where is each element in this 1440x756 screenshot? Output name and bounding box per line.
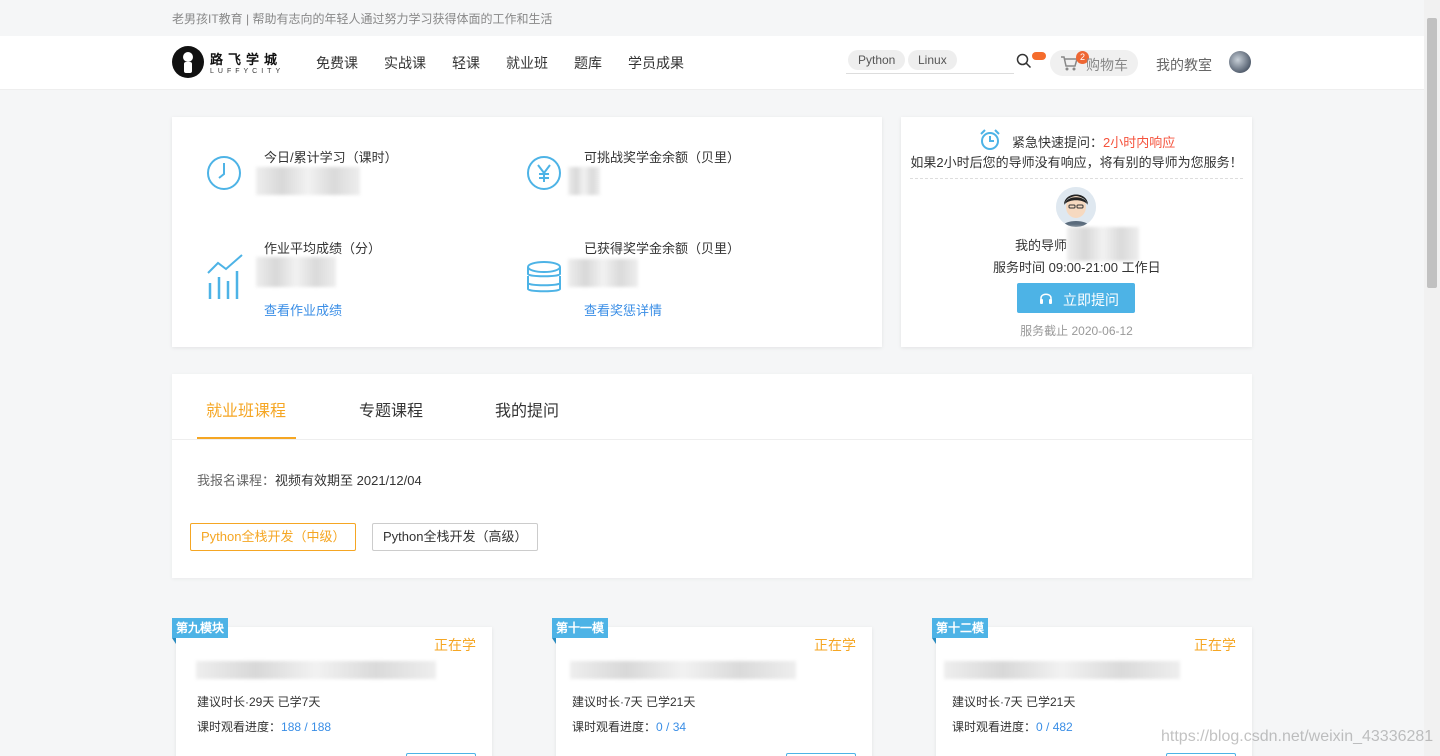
search-tag-linux[interactable]: Linux bbox=[908, 50, 957, 70]
tab-employment-courses[interactable]: 就业班课程 bbox=[206, 397, 286, 421]
module-status: 正在学 bbox=[434, 637, 476, 653]
progress-label: 课时观看进度： bbox=[197, 720, 282, 734]
tutor-panel: 紧急快速提问：2小时内响应 如果2小时后您的导师没有响应，将有别的导师为您服务！… bbox=[901, 117, 1252, 347]
tab-topic-courses[interactable]: 专题课程 bbox=[359, 397, 423, 421]
cart-button[interactable]: 2 购物车 bbox=[1050, 50, 1138, 76]
module-card[interactable]: 第十一模 正在学 建议时长·7天 已学21天 课时观看进度：0 / 34 bbox=[552, 618, 872, 756]
progress-value: 0 / 34 bbox=[656, 720, 687, 734]
progress-label: 课时观看进度： bbox=[572, 720, 657, 734]
watermark: https://blog.csdn.net/weixin_43336281 bbox=[1161, 728, 1434, 745]
progress-value: 0 / 482 bbox=[1036, 720, 1073, 734]
search-icon[interactable] bbox=[1016, 53, 1032, 69]
logo[interactable]: 路飞学城 LUFFYCITY bbox=[172, 46, 284, 78]
trend-chart-icon bbox=[207, 254, 243, 299]
module-card[interactable]: 第九模块 正在学 建议时长·29天 已学7天 课时观看进度：188 / 188 bbox=[172, 618, 492, 756]
earned-scholarship-label: 已获得奖学金余额（贝里） bbox=[584, 241, 741, 256]
module-tag: 第九模块 bbox=[172, 618, 229, 644]
nav-question-bank[interactable]: 题库 bbox=[574, 53, 602, 73]
challenge-scholarship-label: 可挑战奖学金余额（贝里） bbox=[584, 150, 741, 165]
module-progress: 课时观看进度：188 / 188 bbox=[197, 718, 331, 735]
view-scholarship-link[interactable]: 查看奖惩详情 bbox=[584, 300, 662, 319]
service-hours: 服务时间 09:00-21:00 工作日 bbox=[993, 260, 1161, 275]
course-python-advanced[interactable]: Python全栈开发（高级） bbox=[372, 523, 539, 551]
tutor-avatar bbox=[1056, 187, 1096, 227]
main-nav: 免费课 实战课 轻课 就业班 题库 学员成果 bbox=[316, 53, 710, 73]
logo-subtitle: LUFFYCITY bbox=[210, 68, 285, 75]
search-input[interactable]: Python Linux bbox=[846, 50, 1014, 74]
module-tag: 第十一模 bbox=[552, 618, 609, 644]
nav-student-results[interactable]: 学员成果 bbox=[628, 53, 684, 73]
banner-text: 老男孩IT教育 | 帮助有志向的年轻人通过努力学习获得体面的工作和生活 bbox=[172, 12, 553, 26]
module-progress: 课时观看进度：0 / 482 bbox=[952, 718, 1073, 735]
tutor-portrait-icon bbox=[1056, 187, 1096, 227]
urgent-response-time: 2小时内响应 bbox=[1103, 135, 1176, 150]
hot-badge bbox=[1032, 52, 1046, 60]
tabs-divider bbox=[172, 439, 1252, 440]
urgent-subtitle: 如果2小时后您的导师没有响应，将有别的导师为您服务！ bbox=[910, 155, 1243, 170]
nav-employment-class[interactable]: 就业班 bbox=[506, 53, 548, 73]
module-duration: 建议时长·29天 已学7天 bbox=[197, 695, 321, 709]
search-tag-python[interactable]: Python bbox=[848, 50, 906, 70]
challenge-scholarship-value-redacted bbox=[568, 167, 600, 195]
module-tag: 第十二模 bbox=[932, 618, 989, 644]
urgent-question-text: 紧急快速提问：2小时内响应 bbox=[1012, 132, 1175, 151]
headset-icon bbox=[1040, 293, 1052, 304]
module-status: 正在学 bbox=[1194, 637, 1236, 653]
tab-my-questions[interactable]: 我的提问 bbox=[495, 397, 559, 421]
top-banner: 老男孩IT教育 | 帮助有志向的年轻人通过努力学习获得体面的工作和生活 bbox=[0, 0, 1424, 36]
alarm-clock-icon bbox=[980, 129, 1000, 150]
user-avatar[interactable] bbox=[1229, 51, 1251, 73]
nav-practical-courses[interactable]: 实战课 bbox=[384, 53, 426, 73]
module-title-redacted bbox=[944, 661, 1180, 679]
view-scores-link[interactable]: 查看作业成绩 bbox=[264, 300, 342, 319]
yen-icon bbox=[527, 156, 561, 190]
urgent-label: 紧急快速提问： bbox=[1012, 135, 1104, 150]
module-title-redacted bbox=[196, 661, 436, 679]
scrollbar-thumb[interactable] bbox=[1427, 18, 1437, 288]
today-study-label: 今日/累计学习（课时） bbox=[264, 150, 398, 165]
logo-mark-icon bbox=[172, 46, 204, 78]
site-header: 路飞学城 LUFFYCITY 免费课 实战课 轻课 就业班 题库 学员成果 Py… bbox=[0, 36, 1424, 90]
enroll-label: 我报名课程： bbox=[197, 473, 276, 488]
divider bbox=[910, 178, 1243, 179]
my-tutor-label: 我的导师 bbox=[1015, 238, 1068, 253]
earned-scholarship-value-redacted bbox=[568, 259, 638, 287]
enroll-expiry: 视频有效期至 2021/12/04 bbox=[275, 473, 422, 488]
cart-label: 购物车 bbox=[1086, 57, 1128, 73]
today-study-value-redacted bbox=[256, 167, 360, 195]
coins-stack-icon bbox=[527, 261, 561, 293]
service-deadline: 服务截止 2020-06-12 bbox=[1020, 324, 1133, 338]
study-stats-panel: 今日/累计学习（课时） 可挑战奖学金余额（贝里） 作业平均成绩（分） 查看作业成… bbox=[172, 117, 882, 347]
course-tabs-panel: 就业班课程 专题课程 我的提问 我报名课程：视频有效期至 2021/12/04 … bbox=[172, 374, 1252, 578]
my-classroom-link[interactable]: 我的教室 bbox=[1156, 55, 1212, 75]
logo-title: 路飞学城 bbox=[210, 52, 283, 67]
module-status: 正在学 bbox=[814, 637, 856, 653]
enrollment-info: 我报名课程：视频有效期至 2021/12/04 bbox=[197, 470, 422, 489]
progress-value: 188 / 188 bbox=[281, 720, 332, 734]
nav-light-courses[interactable]: 轻课 bbox=[452, 53, 480, 73]
module-progress: 课时观看进度：0 / 34 bbox=[572, 718, 686, 735]
progress-label: 课时观看进度： bbox=[952, 720, 1037, 734]
module-duration: 建议时长·7天 已学21天 bbox=[572, 695, 696, 709]
tutor-name-redacted bbox=[1067, 227, 1139, 261]
ask-now-button[interactable]: 立即提问 bbox=[1017, 283, 1135, 313]
module-duration: 建议时长·7天 已学21天 bbox=[952, 695, 1076, 709]
avg-score-value-redacted bbox=[256, 257, 336, 287]
nav-free-courses[interactable]: 免费课 bbox=[316, 53, 358, 73]
avg-score-label: 作业平均成绩（分） bbox=[264, 241, 382, 256]
module-title-redacted bbox=[570, 661, 796, 679]
page-scrollbar[interactable] bbox=[1424, 0, 1440, 756]
clock-icon bbox=[207, 156, 241, 190]
course-python-intermediate[interactable]: Python全栈开发（中级） bbox=[190, 523, 357, 551]
ask-now-label: 立即提问 bbox=[1063, 292, 1119, 308]
